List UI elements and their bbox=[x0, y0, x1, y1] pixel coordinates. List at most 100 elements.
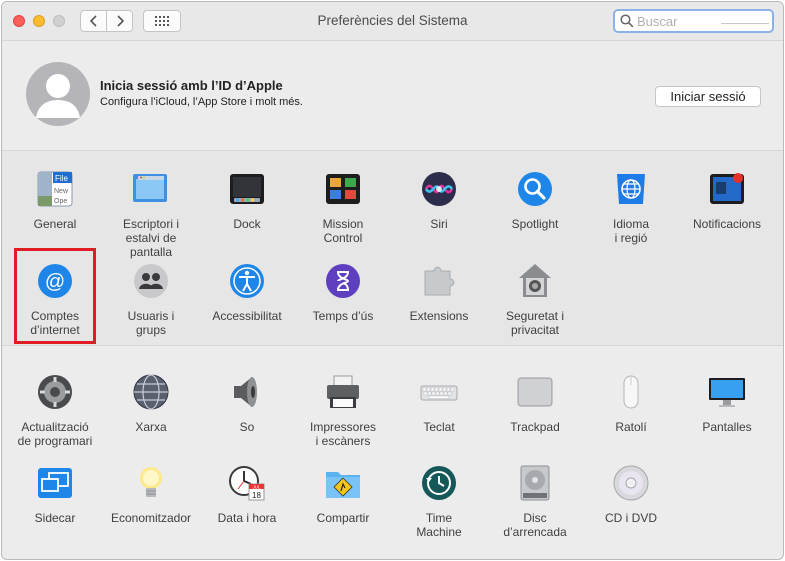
pane-label: Trackpad bbox=[510, 420, 560, 434]
pane-software-update[interactable]: Actualització de programari bbox=[7, 373, 103, 448]
pane-label: General bbox=[33, 217, 77, 231]
pane-label: Dock bbox=[233, 217, 261, 231]
pane-network[interactable]: Xarxa bbox=[103, 373, 199, 434]
pane-label: Teclat bbox=[423, 420, 455, 434]
sidecar-icon bbox=[38, 468, 72, 498]
pane-label: Pantalles bbox=[702, 420, 752, 434]
selection-highlight-box bbox=[14, 248, 96, 344]
general-icon: File New Ope bbox=[37, 171, 73, 207]
spotlight-icon bbox=[518, 172, 552, 206]
search-input[interactable] bbox=[637, 12, 767, 30]
pane-label: Mission Control bbox=[322, 217, 364, 245]
calendar-month-text: JUL bbox=[252, 484, 260, 489]
pane-label: Idioma i regió bbox=[612, 217, 650, 245]
pane-label: Notificacions bbox=[692, 217, 762, 231]
dock-icon bbox=[230, 174, 264, 204]
pane-siri[interactable]: Siri bbox=[391, 170, 487, 231]
pane-time-machine[interactable]: Time Machine bbox=[391, 464, 487, 539]
avatar[interactable] bbox=[26, 62, 90, 126]
pane-sidecar[interactable]: Sidecar bbox=[7, 464, 103, 525]
date-time-icon: JUL 18 bbox=[229, 466, 265, 501]
network-icon bbox=[133, 374, 169, 410]
user-silhouette-icon bbox=[36, 74, 80, 118]
pane-label: Extensions bbox=[409, 309, 469, 323]
pane-mission-control[interactable]: Mission Control bbox=[295, 170, 391, 245]
pane-label: So bbox=[239, 420, 255, 434]
pane-label: Economitzador bbox=[110, 511, 192, 525]
pane-label: Impressores i escàners bbox=[309, 420, 377, 448]
security-privacy-icon bbox=[519, 264, 551, 297]
pane-sharing[interactable]: Compartir bbox=[295, 464, 391, 525]
general-icon-new-text: New bbox=[54, 188, 69, 195]
pane-sound[interactable]: So bbox=[199, 373, 295, 434]
pane-desktop-screensaver[interactable]: Escriptori i estalvi de pantalla bbox=[103, 170, 199, 259]
mouse-icon bbox=[623, 375, 639, 409]
sharing-icon bbox=[326, 472, 360, 498]
title-separator bbox=[2, 40, 783, 41]
accessibility-icon bbox=[230, 264, 264, 298]
pane-language-region[interactable]: Idioma i regió bbox=[583, 170, 679, 245]
pane-security-privacy[interactable]: Seguretat i privacitat bbox=[487, 262, 583, 337]
search-underline bbox=[721, 23, 769, 24]
pane-label: Ratolí bbox=[615, 420, 647, 434]
software-update-icon bbox=[38, 375, 72, 409]
desktop-screensaver-icon bbox=[133, 174, 167, 202]
pane-general[interactable]: File New Ope General bbox=[7, 170, 103, 231]
cd-dvd-icon bbox=[613, 465, 649, 501]
pane-label: Xarxa bbox=[135, 420, 167, 434]
sound-icon bbox=[234, 377, 257, 407]
trackpad-icon bbox=[517, 377, 553, 407]
pane-label: Data i hora bbox=[217, 511, 277, 525]
system-preferences-window: Preferències del Sistema Inicia sessió a… bbox=[2, 2, 783, 559]
mission-control-icon bbox=[326, 174, 360, 204]
pane-label: Compartir bbox=[316, 511, 370, 525]
pane-mouse[interactable]: Ratolí bbox=[583, 373, 679, 434]
pane-label: Sidecar bbox=[34, 511, 76, 525]
startup-disk-icon bbox=[520, 465, 550, 501]
pane-keyboard[interactable]: Teclat bbox=[391, 373, 487, 434]
pane-startup-disk[interactable]: Disc d’arrencada bbox=[487, 464, 583, 539]
pane-displays[interactable]: Pantalles bbox=[679, 373, 775, 434]
keyboard-icon bbox=[420, 385, 458, 401]
pane-label: Spotlight bbox=[511, 217, 559, 231]
pane-dock[interactable]: Dock bbox=[199, 170, 295, 231]
sign-in-button[interactable]: Iniciar sessió bbox=[655, 86, 761, 107]
pane-energy-saver[interactable]: Economitzador bbox=[103, 464, 199, 525]
pane-label: Time Machine bbox=[416, 511, 462, 539]
time-machine-icon bbox=[422, 466, 456, 500]
pane-extensions[interactable]: Extensions bbox=[391, 262, 487, 323]
apple-id-title: Inicia sessió amb l’ID d’Apple bbox=[100, 78, 283, 93]
pane-label: CD i DVD bbox=[604, 511, 657, 525]
pane-label: Seguretat i privacitat bbox=[505, 309, 565, 337]
title-bar: Preferències del Sistema bbox=[2, 2, 783, 40]
pane-label: Disc d’arrencada bbox=[503, 511, 567, 539]
users-groups-icon bbox=[134, 264, 168, 298]
pane-screen-time[interactable]: Temps d’ús bbox=[295, 262, 391, 323]
apple-id-subtitle: Configura l’iCloud, l’App Store i molt m… bbox=[100, 96, 303, 108]
pane-cd-dvd[interactable]: CD i DVD bbox=[583, 464, 679, 525]
search-field[interactable] bbox=[613, 9, 774, 33]
section-separator-middle bbox=[2, 345, 783, 346]
general-icon-file-text: File bbox=[55, 174, 68, 183]
section-separator-top bbox=[2, 150, 783, 151]
calendar-day-text: 18 bbox=[252, 491, 261, 500]
pane-notifications[interactable]: Notificacions bbox=[679, 170, 775, 231]
notifications-icon bbox=[710, 173, 744, 204]
pane-users-groups[interactable]: Usuaris i grups bbox=[103, 262, 199, 337]
pane-printers-scanners[interactable]: Impressores i escàners bbox=[295, 373, 391, 448]
siri-icon bbox=[422, 172, 456, 206]
general-icon-open-text: Ope bbox=[54, 198, 67, 205]
extensions-icon bbox=[424, 266, 455, 296]
displays-icon bbox=[709, 378, 745, 407]
language-region-icon bbox=[617, 174, 645, 204]
pane-accessibility[interactable]: Accessibilitat bbox=[199, 262, 295, 323]
search-icon bbox=[620, 14, 634, 28]
pane-label: Usuaris i grups bbox=[127, 309, 175, 337]
pane-label: Accessibilitat bbox=[212, 309, 282, 323]
pane-label: Siri bbox=[430, 217, 448, 231]
pane-trackpad[interactable]: Trackpad bbox=[487, 373, 583, 434]
pane-spotlight[interactable]: Spotlight bbox=[487, 170, 583, 231]
pane-label: Temps d’ús bbox=[312, 309, 374, 323]
pane-date-time[interactable]: JUL 18 Data i hora bbox=[199, 464, 295, 525]
energy-saver-icon bbox=[140, 467, 162, 497]
